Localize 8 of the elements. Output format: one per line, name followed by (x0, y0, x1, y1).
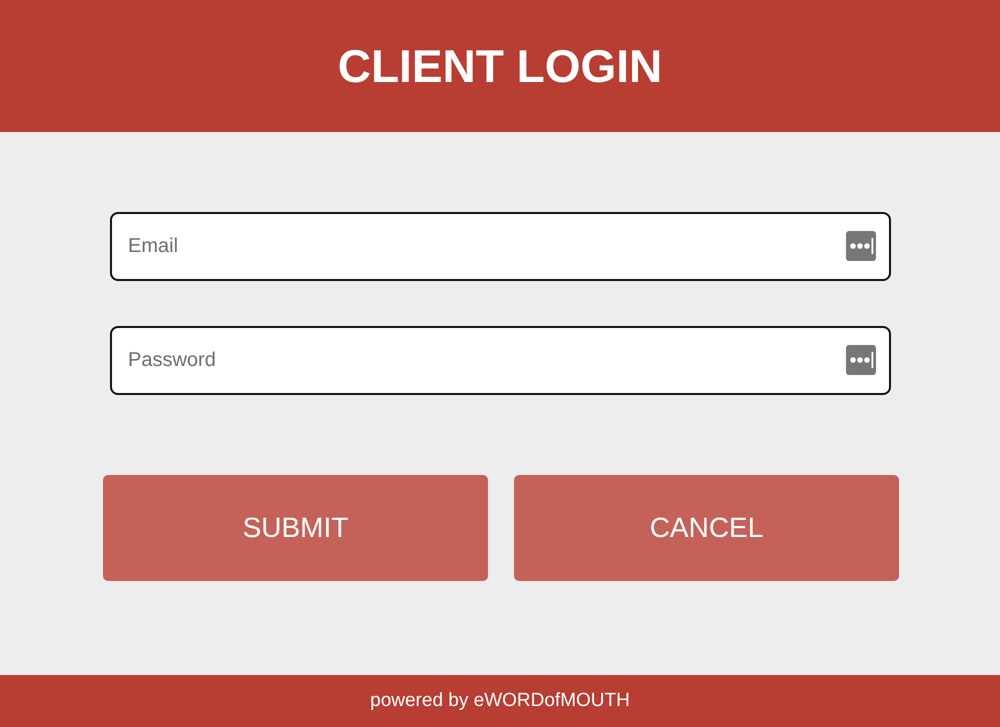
footer-text: powered by eWORDofMOUTH (370, 690, 630, 712)
submit-button[interactable]: SUBMIT (103, 475, 488, 581)
page-title: CLIENT LOGIN (338, 39, 662, 93)
password-field[interactable]: Password (110, 326, 891, 395)
password-manager-icon[interactable] (846, 345, 876, 375)
email-field[interactable]: Email (110, 212, 891, 281)
password-manager-icon[interactable] (846, 231, 876, 261)
cancel-button[interactable]: CANCEL (514, 475, 899, 581)
